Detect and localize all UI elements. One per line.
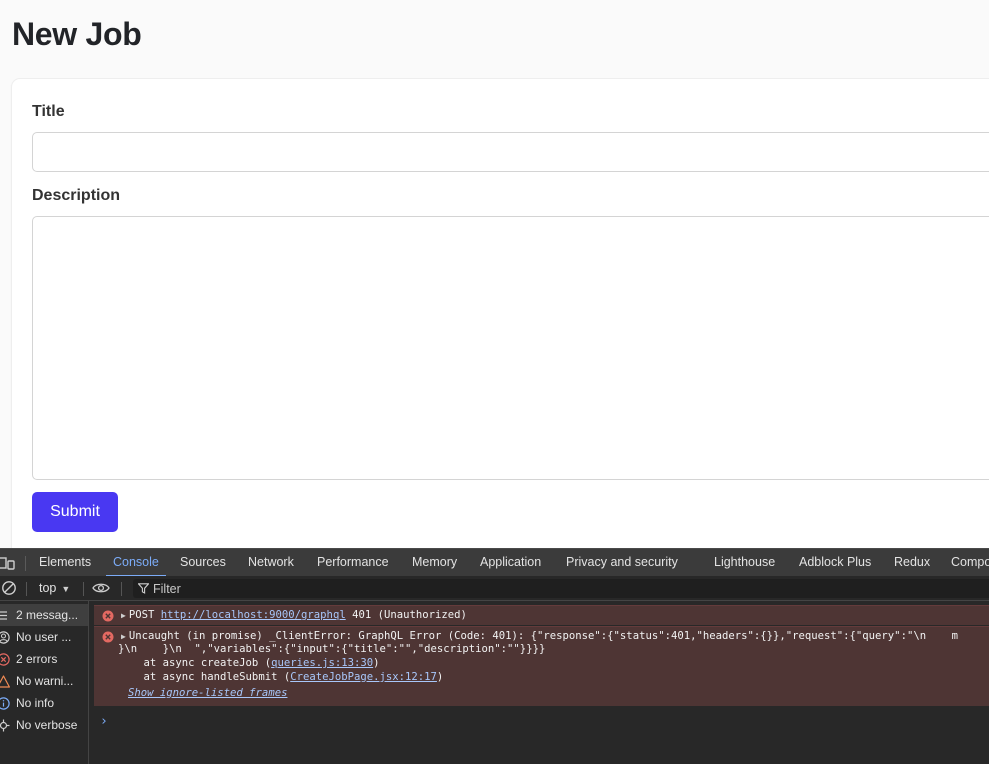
title-input[interactable] — [32, 132, 989, 172]
sidebar-item-info[interactable]: No info — [0, 692, 88, 714]
console-error-row: ▶ Uncaught (in promise) _ClientError: Gra… — [94, 626, 989, 706]
stack-frame-text: at async createJob ( — [118, 657, 272, 669]
console-messages: ▶ POST http://localhost:9000/graphql 401 … — [90, 601, 989, 764]
filter-icon — [138, 583, 149, 594]
stack-frame-text: ) — [373, 657, 380, 669]
request-url-link[interactable]: http://localhost:9000/graphql — [161, 609, 346, 621]
tab-sources[interactable]: Sources — [180, 555, 226, 569]
stack-frame-line: at async handleSubmit (CreateJobPage.jsx… — [118, 671, 444, 683]
tab-performance[interactable]: Performance — [317, 555, 389, 569]
show-ignore-listed-frames-link[interactable]: Show ignore-listed frames — [128, 687, 287, 699]
description-label: Description — [32, 187, 121, 204]
sidebar-item-label: 2 messag... — [16, 608, 79, 622]
description-textarea[interactable] — [32, 216, 989, 480]
error-icon — [102, 631, 114, 643]
source-link[interactable]: queries.js:13:30 — [271, 657, 373, 669]
devtools-panel: Elements Console Sources Network Perform… — [0, 548, 989, 764]
stack-frame-line: at async createJob (queries.js:13:30) — [118, 657, 380, 669]
tab-elements[interactable]: Elements — [39, 555, 91, 569]
warning-icon — [0, 675, 10, 688]
sidebar-item-user-messages[interactable]: No user ... — [0, 626, 88, 648]
context-selector[interactable]: top ▼ — [39, 581, 70, 595]
console-toolbar: top ▼ — [0, 576, 989, 601]
sidebar-item-messages[interactable]: 2 messag... — [0, 604, 88, 626]
chevron-down-icon: ▼ — [61, 584, 71, 594]
stack-frame-text: ) — [436, 671, 444, 683]
clear-console-icon[interactable] — [1, 580, 17, 596]
tab-divider — [25, 556, 26, 571]
toolbar-divider — [26, 582, 27, 596]
source-link[interactable]: CreateJobPage.jsx:12:17 — [290, 671, 437, 683]
tab-console[interactable]: Console — [113, 555, 159, 569]
error-text: Uncaught (in promise) _ClientError: Grap… — [128, 630, 958, 642]
devtools-tabbar: Elements Console Sources Network Perform… — [0, 548, 989, 577]
tab-application[interactable]: Application — [480, 555, 541, 569]
error-message-line: }\n }\n ","variables":{"input":{"title":… — [118, 643, 546, 655]
expand-triangle-icon[interactable]: ▶ — [121, 611, 126, 620]
tab-components[interactable]: Compo — [951, 555, 989, 569]
filter-box — [133, 579, 989, 598]
title-label: Title — [32, 103, 65, 120]
stack-frame-text: at async handleSubmit ( — [118, 671, 291, 683]
sidebar-item-label: No info — [16, 696, 55, 710]
sidebar-item-label: No warni... — [16, 674, 74, 688]
sidebar-item-label: No user ... — [16, 630, 72, 644]
info-icon — [0, 697, 10, 710]
request-method: POST — [128, 609, 155, 621]
device-toolbar-icon[interactable] — [0, 556, 16, 570]
sidebar-item-label: No verbose — [16, 718, 78, 732]
filter-input[interactable] — [153, 579, 973, 598]
expand-triangle-icon[interactable]: ▶ — [121, 632, 126, 641]
verbose-icon — [0, 719, 10, 732]
error-message-line: ▶ Uncaught (in promise) _ClientError: Gra… — [121, 630, 958, 642]
tab-privacy-and-security[interactable]: Privacy and security — [566, 555, 678, 569]
error-icon — [102, 610, 114, 622]
job-form-card: Title Description Submit — [12, 79, 989, 548]
sidebar-item-label: 2 errors — [16, 652, 58, 666]
console-sidebar: 2 messag... No user ... 2 errors No warn… — [0, 601, 89, 764]
tab-network[interactable]: Network — [248, 555, 294, 569]
toolbar-divider — [83, 582, 84, 596]
sidebar-item-errors[interactable]: 2 errors — [0, 648, 88, 670]
user-icon — [0, 631, 10, 644]
tab-lighthouse[interactable]: Lighthouse — [714, 555, 775, 569]
submit-button[interactable]: Submit — [32, 492, 118, 532]
console-error-row: ▶ POST http://localhost:9000/graphql 401 … — [94, 605, 989, 625]
context-value: top — [39, 581, 57, 595]
tab-memory[interactable]: Memory — [412, 555, 457, 569]
console-prompt-icon[interactable]: › — [100, 714, 108, 729]
request-status: 401 (Unauthorized) — [352, 609, 467, 621]
sidebar-item-verbose[interactable]: No verbose — [0, 714, 88, 736]
error-icon — [0, 653, 10, 666]
page-content: New Job Title Description Submit — [0, 0, 989, 548]
page-title: New Job — [12, 16, 142, 52]
tab-adblock-plus[interactable]: Adblock Plus — [799, 555, 871, 569]
toolbar-divider — [121, 582, 122, 596]
console-message-text: ▶ POST http://localhost:9000/graphql 401 … — [121, 609, 467, 621]
list-icon — [0, 611, 7, 620]
tab-redux[interactable]: Redux — [894, 555, 930, 569]
eye-icon[interactable] — [92, 582, 110, 594]
sidebar-item-warnings[interactable]: No warni... — [0, 670, 88, 692]
